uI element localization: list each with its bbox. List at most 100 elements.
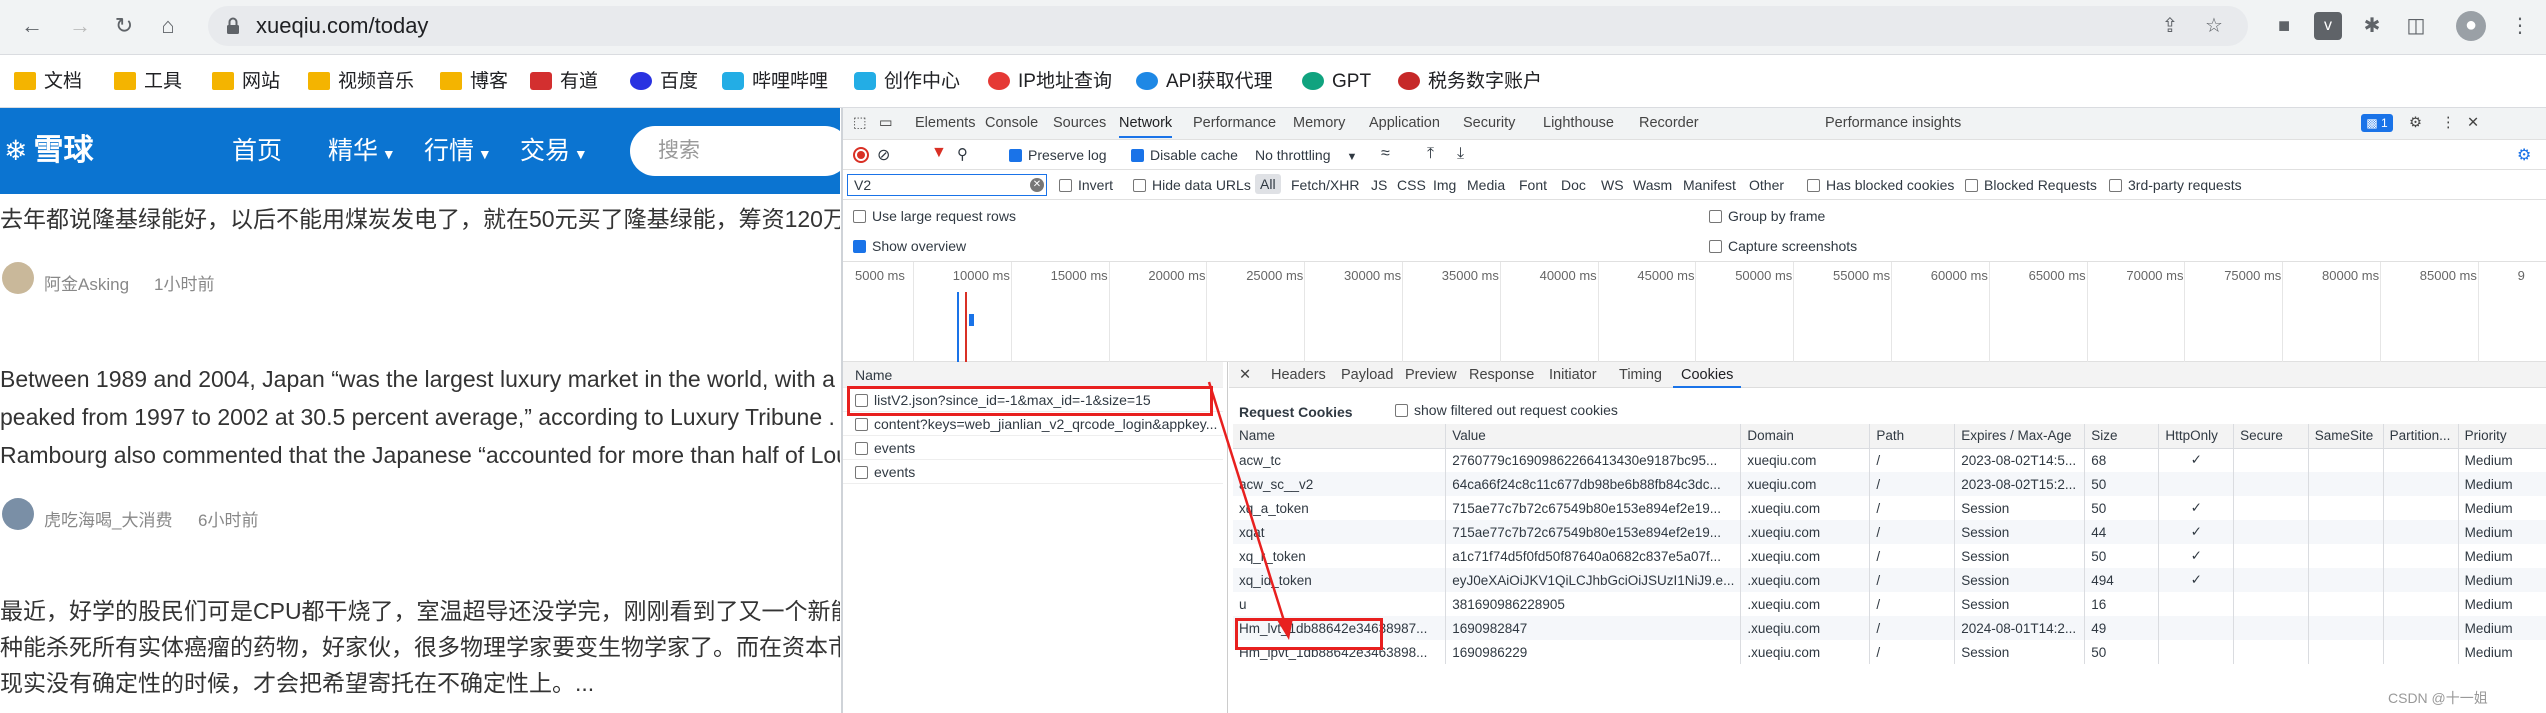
throttling-select[interactable]: No throttling ▼ [1255,147,1357,163]
blocked-requests-checkbox[interactable]: Blocked Requests [1965,177,2097,193]
nav-home[interactable]: 首页 [232,108,282,194]
filter-icon[interactable]: ▼ [931,144,947,162]
back-icon[interactable]: ← [14,8,50,44]
overview-timeline[interactable]: 5000 ms 10000 ms 15000 ms 20000 ms 25000 ms 3… [843,262,2546,362]
column-name-header[interactable]: Name [843,362,1223,388]
post-text[interactable]: 现实没有确定性的时候，才会把希望寄托在不确定性上。... [0,664,594,702]
site-search-input[interactable]: 搜索 [630,126,840,176]
type-filter-wasm[interactable]: Wasm [1633,177,1672,193]
site-logo[interactable]: ❄ 雪球 [4,108,93,194]
capture-screenshots-checkbox[interactable]: Capture screenshots [1709,238,1857,254]
bookmark-item[interactable]: 网站 [212,56,280,108]
tab-performance-insights[interactable]: Performance insights [1825,108,1961,138]
cookie-row[interactable]: u 381690986228905 .xueqiu.com / Session 16 Med… [1233,592,2546,616]
type-filter-all[interactable]: All [1255,174,1281,194]
post-text[interactable]: 去年都说隆基绿能好，以后不能用煤炭发电了，就在50元买了隆基绿能，筹资120万 [0,200,840,238]
show-overview-checkbox[interactable]: Show overview [853,238,966,254]
hide-data-urls-checkbox[interactable]: Hide data URLs [1133,177,1251,193]
clear-filter-icon[interactable]: ✕ [1030,178,1044,192]
profile-icon[interactable]: ● [2456,11,2486,41]
type-filter-img[interactable]: Img [1433,177,1456,193]
extension-v-icon[interactable]: v [2314,12,2342,40]
avatar[interactable] [2,262,34,294]
search-icon[interactable]: ⚲ [957,145,968,163]
bookmark-item[interactable]: GPT [1302,56,1371,108]
puzzle-icon[interactable]: ✱ [2358,12,2386,40]
tab-initiator[interactable]: Initiator [1549,362,1597,388]
gear-icon[interactable]: ⚙ [2409,108,2422,138]
record-icon[interactable] [853,147,869,163]
filter-input[interactable]: V2 ✕ [847,174,1047,196]
type-filter-js[interactable]: JS [1371,177,1387,193]
show-filtered-checkbox[interactable]: show filtered out request cookies [1395,402,1618,418]
extension-icon[interactable]: ■ [2270,12,2298,40]
bookmark-item[interactable]: API获取代理 [1136,56,1273,108]
cookie-row[interactable]: xq_id_token eyJ0eXAiOiJKV1QiLCJhbGciOiJSU… [1233,568,2546,592]
tab-recorder[interactable]: Recorder [1639,108,1699,138]
cookie-column-header[interactable]: Partition... [2383,424,2459,449]
nav-featured[interactable]: 精华 ▼ [328,108,396,194]
tab-elements[interactable]: Elements [915,108,975,138]
disable-cache-checkbox[interactable]: Disable cache [1131,147,1238,163]
cookie-column-header[interactable]: HttpOnly [2158,424,2235,449]
third-party-checkbox[interactable]: 3rd-party requests [2109,177,2242,193]
bookmark-item[interactable]: 哔哩哔哩 [722,56,828,108]
wifi-icon[interactable]: ≈ [1381,145,1390,163]
cookie-row[interactable]: xq_r_token a1c71f74d5f0fd50f87640a0682c83… [1233,544,2546,568]
preserve-log-checkbox[interactable]: Preserve log [1009,147,1107,163]
tab-sources[interactable]: Sources [1053,108,1106,138]
avatar[interactable] [2,498,34,530]
address-bar[interactable]: xueqiu.com/today ⇪ ☆ [208,6,2248,46]
tab-preview[interactable]: Preview [1405,362,1457,388]
cookie-column-header[interactable]: SameSite [2308,424,2384,449]
cookie-column-header[interactable]: Size [2084,424,2160,449]
invert-checkbox[interactable]: Invert [1059,177,1113,193]
inspect-icon[interactable]: ⬚ [853,108,867,138]
device-toolbar-icon[interactable]: ▭ [879,108,893,138]
request-row[interactable]: events [843,436,1223,460]
type-filter-other[interactable]: Other [1749,177,1784,193]
tab-payload[interactable]: Payload [1341,362,1393,388]
cookie-row[interactable]: Hm_lvt_1db88642e34638987... 1690982847 .xu… [1233,616,2546,640]
bookmark-item[interactable]: 税务数字账户 [1398,56,1542,108]
cookie-column-header[interactable]: Path [1869,424,1956,449]
post-author[interactable]: 阿金Asking [44,270,129,295]
close-icon[interactable]: ✕ [2467,108,2479,138]
nav-market[interactable]: 行情 ▼ [424,108,492,194]
bookmark-item[interactable]: 工具 [114,56,182,108]
tab-network[interactable]: Network [1119,108,1173,138]
tab-lighthouse[interactable]: Lighthouse [1543,108,1614,138]
cookie-column-header[interactable]: Domain [1740,424,1871,449]
bookmark-item[interactable]: 文档 [14,56,82,108]
cookie-row[interactable]: xqat 715ae77c7b72c67549b80e153e894ef2e19.… [1233,520,2546,544]
tab-cookies[interactable]: Cookies [1673,362,1742,388]
request-row[interactable]: events [843,460,1223,484]
type-filter-fetch[interactable]: Fetch/XHR [1291,177,1359,193]
cookie-row[interactable]: xq_a_token 715ae77c7b72c67549b80e153e894e… [1233,496,2546,520]
post-text[interactable]: 最近，好学的股民们可是CPU都干烧了，室温超导还没学完，刚刚看到了又一个新能 [0,592,840,630]
nav-trade[interactable]: 交易 ▼ [520,108,588,194]
network-settings-gear-icon[interactable]: ⚙ [2517,145,2531,165]
reload-icon[interactable]: ↻ [106,8,142,44]
bookmark-item[interactable]: 视频音乐 [308,56,414,108]
cookie-row[interactable]: Hm_lpvt_1db88642e3463898... 1690986229 .xu… [1233,640,2546,664]
menu-dots-icon[interactable]: ⋮ [2506,12,2534,40]
post-text[interactable]: Between 1989 and 2004, Japan “was the la… [0,360,835,398]
type-filter-ws[interactable]: WS [1601,177,1624,193]
post-text[interactable]: 种能杀死所有实体癌瘤的药物，好家伙，很多物理学家要变生物学家了。而在资本市 [0,628,840,666]
bookmark-item[interactable]: 百度 [630,56,698,108]
bookmark-item[interactable]: 创作中心 [854,56,960,108]
import-icon[interactable]: ⤒ [1427,145,1434,163]
large-rows-checkbox[interactable]: Use large request rows [853,208,1016,224]
tab-timing[interactable]: Timing [1619,362,1662,388]
cookie-column-header[interactable]: Expires / Max-Age [1954,424,2086,449]
cookie-row[interactable]: acw_tc 2760779c16909862266413430e9187bc95… [1233,448,2546,472]
type-filter-css[interactable]: CSS [1397,177,1426,193]
tab-response[interactable]: Response [1469,362,1534,388]
bookmark-item[interactable]: 博客 [440,56,508,108]
share-icon[interactable]: ⇪ [2156,12,2184,40]
post-text[interactable]: Rambourg also commented that the Japanes… [0,436,840,474]
tab-security[interactable]: Security [1463,108,1515,138]
type-filter-doc[interactable]: Doc [1561,177,1586,193]
export-icon[interactable]: ⤓ [1457,145,1464,163]
